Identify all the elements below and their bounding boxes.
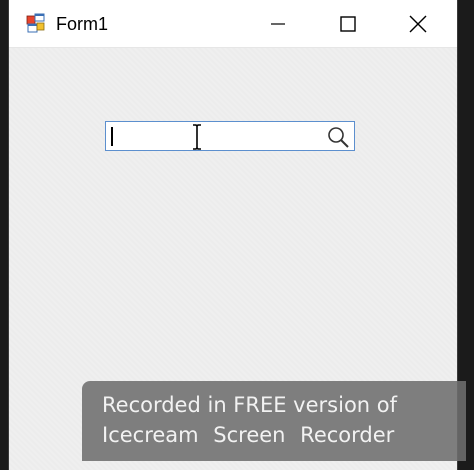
recorder-watermark: Recorded in FREE version of Icecream Scr… [82, 381, 466, 461]
watermark-line-1: Recorded in FREE version of [102, 393, 398, 417]
watermark-line-2: Icecream Screen Recorder [102, 423, 395, 447]
form-window: Form1 Recorded in FREE version of Icecre… [8, 0, 466, 470]
magnifier-icon[interactable] [326, 125, 350, 149]
close-icon [409, 15, 427, 33]
desktop-background: Form1 Recorded in FREE version of Icecre… [0, 0, 474, 470]
ibeam-cursor-icon [193, 124, 201, 150]
title-bar[interactable]: Form1 [9, 0, 457, 48]
minimize-button[interactable] [244, 0, 312, 48]
close-button[interactable] [384, 0, 452, 48]
search-input[interactable] [105, 121, 355, 151]
maximize-button[interactable] [314, 0, 382, 48]
window-title: Form1 [56, 14, 109, 34]
app-icon [26, 13, 45, 33]
minimize-icon [271, 23, 285, 25]
maximize-icon [340, 16, 356, 32]
text-caret [111, 127, 113, 146]
